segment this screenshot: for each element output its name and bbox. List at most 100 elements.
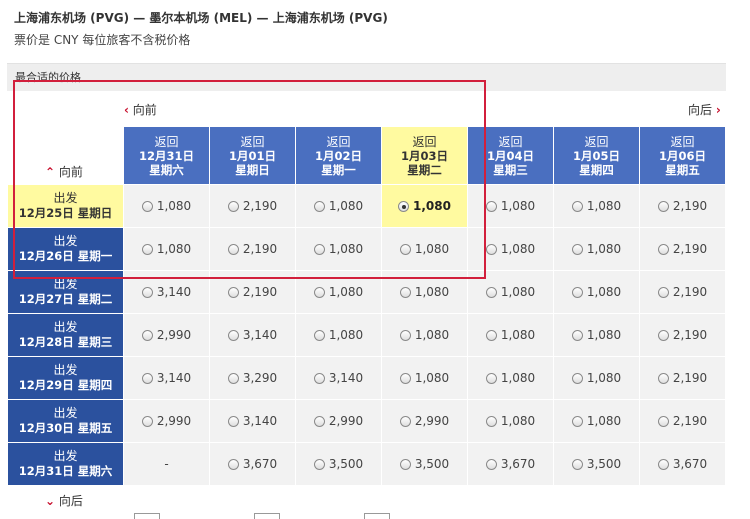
fare-cell[interactable]: 2,990 [381, 399, 468, 443]
fare-radio[interactable] [399, 330, 411, 341]
fare-radio[interactable] [313, 244, 325, 255]
fare-radio[interactable] [485, 201, 497, 212]
fare-radio[interactable] [571, 416, 583, 427]
fare-radio[interactable] [141, 416, 153, 427]
fare-cell[interactable]: 1,080 [467, 399, 554, 443]
fare-radio[interactable] [485, 373, 497, 384]
fare-cell[interactable]: 2,190 [209, 227, 296, 271]
fare-radio[interactable] [485, 244, 497, 255]
fare-radio[interactable] [399, 373, 411, 384]
fare-cell[interactable]: 3,140 [123, 356, 210, 400]
fare-cell[interactable]: 3,670 [209, 442, 296, 486]
fare-radio[interactable] [227, 373, 239, 384]
fare-radio[interactable] [571, 373, 583, 384]
fare-radio[interactable] [657, 287, 669, 298]
fare-radio[interactable] [571, 330, 583, 341]
fare-cell[interactable]: 1,080 [381, 184, 468, 228]
fare-radio[interactable] [571, 244, 583, 255]
fare-cell[interactable]: 2,190 [639, 356, 726, 400]
fare-radio[interactable] [571, 201, 583, 212]
fare-radio[interactable] [141, 287, 153, 298]
fare-cell[interactable]: 3,500 [381, 442, 468, 486]
fare-radio[interactable] [571, 287, 583, 298]
fare-cell[interactable]: 2,190 [639, 184, 726, 228]
fare-radio[interactable] [657, 459, 669, 470]
fare-cell[interactable]: 1,080 [123, 184, 210, 228]
fare-radio[interactable] [313, 373, 325, 384]
fare-cell[interactable]: 1,080 [295, 184, 382, 228]
fare-cell[interactable]: 2,190 [639, 399, 726, 443]
fare-cell[interactable]: 3,670 [639, 442, 726, 486]
fare-cell[interactable]: 1,080 [553, 399, 640, 443]
fare-radio[interactable] [141, 244, 153, 255]
fare-radio[interactable] [485, 416, 497, 427]
fare-radio[interactable] [571, 459, 583, 470]
fare-cell[interactable]: 1,080 [381, 356, 468, 400]
fare-radio[interactable] [485, 287, 497, 298]
fare-cell[interactable]: 1,080 [467, 184, 554, 228]
fare-cell[interactable]: 1,080 [467, 270, 554, 314]
prev-return-dates-link[interactable]: ‹ 向前 [124, 101, 157, 118]
fare-radio[interactable] [313, 459, 325, 470]
fare-radio[interactable] [227, 416, 239, 427]
fare-radio[interactable] [227, 459, 239, 470]
fare-radio[interactable] [485, 459, 497, 470]
fare-cell[interactable]: 1,080 [553, 356, 640, 400]
fare-radio[interactable] [657, 330, 669, 341]
fare-radio[interactable] [657, 244, 669, 255]
fare-radio[interactable] [227, 330, 239, 341]
next-return-dates-link[interactable]: 向后 › [688, 101, 721, 118]
fare-radio[interactable] [313, 330, 325, 341]
fare-radio[interactable] [657, 373, 669, 384]
fare-cell[interactable]: 1,080 [295, 270, 382, 314]
fare-cell[interactable]: 3,670 [467, 442, 554, 486]
fare-cell[interactable]: 2,190 [209, 184, 296, 228]
fare-cell[interactable]: 3,290 [209, 356, 296, 400]
fare-cell[interactable]: 3,140 [295, 356, 382, 400]
fare-radio[interactable] [657, 201, 669, 212]
fare-cell[interactable]: 3,140 [209, 399, 296, 443]
fare-cell[interactable]: 1,080 [553, 184, 640, 228]
fare-cell[interactable]: 3,140 [209, 313, 296, 357]
next-depart-dates-link[interactable]: ⌄ 向后 [45, 492, 83, 509]
fare-cell[interactable]: 1,080 [295, 313, 382, 357]
fare-cell[interactable]: 1,080 [553, 313, 640, 357]
fare-cell[interactable]: 3,500 [553, 442, 640, 486]
fare-cell[interactable]: 2,190 [639, 313, 726, 357]
fare-radio[interactable] [399, 416, 411, 427]
fare-cell[interactable]: 1,080 [381, 313, 468, 357]
fare-cell[interactable]: 1,080 [467, 313, 554, 357]
fare-cell[interactable]: 2,190 [639, 270, 726, 314]
fare-cell[interactable]: 2,990 [123, 313, 210, 357]
fare-radio[interactable] [398, 201, 410, 212]
fare-radio[interactable] [141, 201, 153, 212]
fare-cell[interactable]: 3,500 [295, 442, 382, 486]
fare-cell[interactable]: 1,080 [381, 270, 468, 314]
fare-radio[interactable] [399, 287, 411, 298]
fare-cell[interactable]: 1,080 [381, 227, 468, 271]
fare-radio[interactable] [141, 330, 153, 341]
fare-radio[interactable] [227, 201, 239, 212]
fare-radio[interactable] [141, 373, 153, 384]
fare-cell[interactable]: 2,190 [209, 270, 296, 314]
fare-radio[interactable] [227, 287, 239, 298]
fare-radio[interactable] [399, 244, 411, 255]
fare-radio[interactable] [227, 244, 239, 255]
fare-cell[interactable]: 1,080 [553, 227, 640, 271]
fare-radio[interactable] [399, 459, 411, 470]
fare-cell[interactable]: 1,080 [467, 227, 554, 271]
fare-radio[interactable] [313, 287, 325, 298]
fare-radio[interactable] [313, 416, 325, 427]
fare-cell[interactable]: 1,080 [467, 356, 554, 400]
fare-radio[interactable] [313, 201, 325, 212]
fare-price: 1,080 [328, 199, 364, 213]
fare-cell[interactable]: 1,080 [123, 227, 210, 271]
fare-cell[interactable]: 2,990 [123, 399, 210, 443]
fare-cell[interactable]: 1,080 [295, 227, 382, 271]
fare-cell[interactable]: 2,990 [295, 399, 382, 443]
fare-cell[interactable]: 3,140 [123, 270, 210, 314]
fare-radio[interactable] [485, 330, 497, 341]
fare-cell[interactable]: 2,190 [639, 227, 726, 271]
fare-cell[interactable]: 1,080 [553, 270, 640, 314]
fare-radio[interactable] [657, 416, 669, 427]
